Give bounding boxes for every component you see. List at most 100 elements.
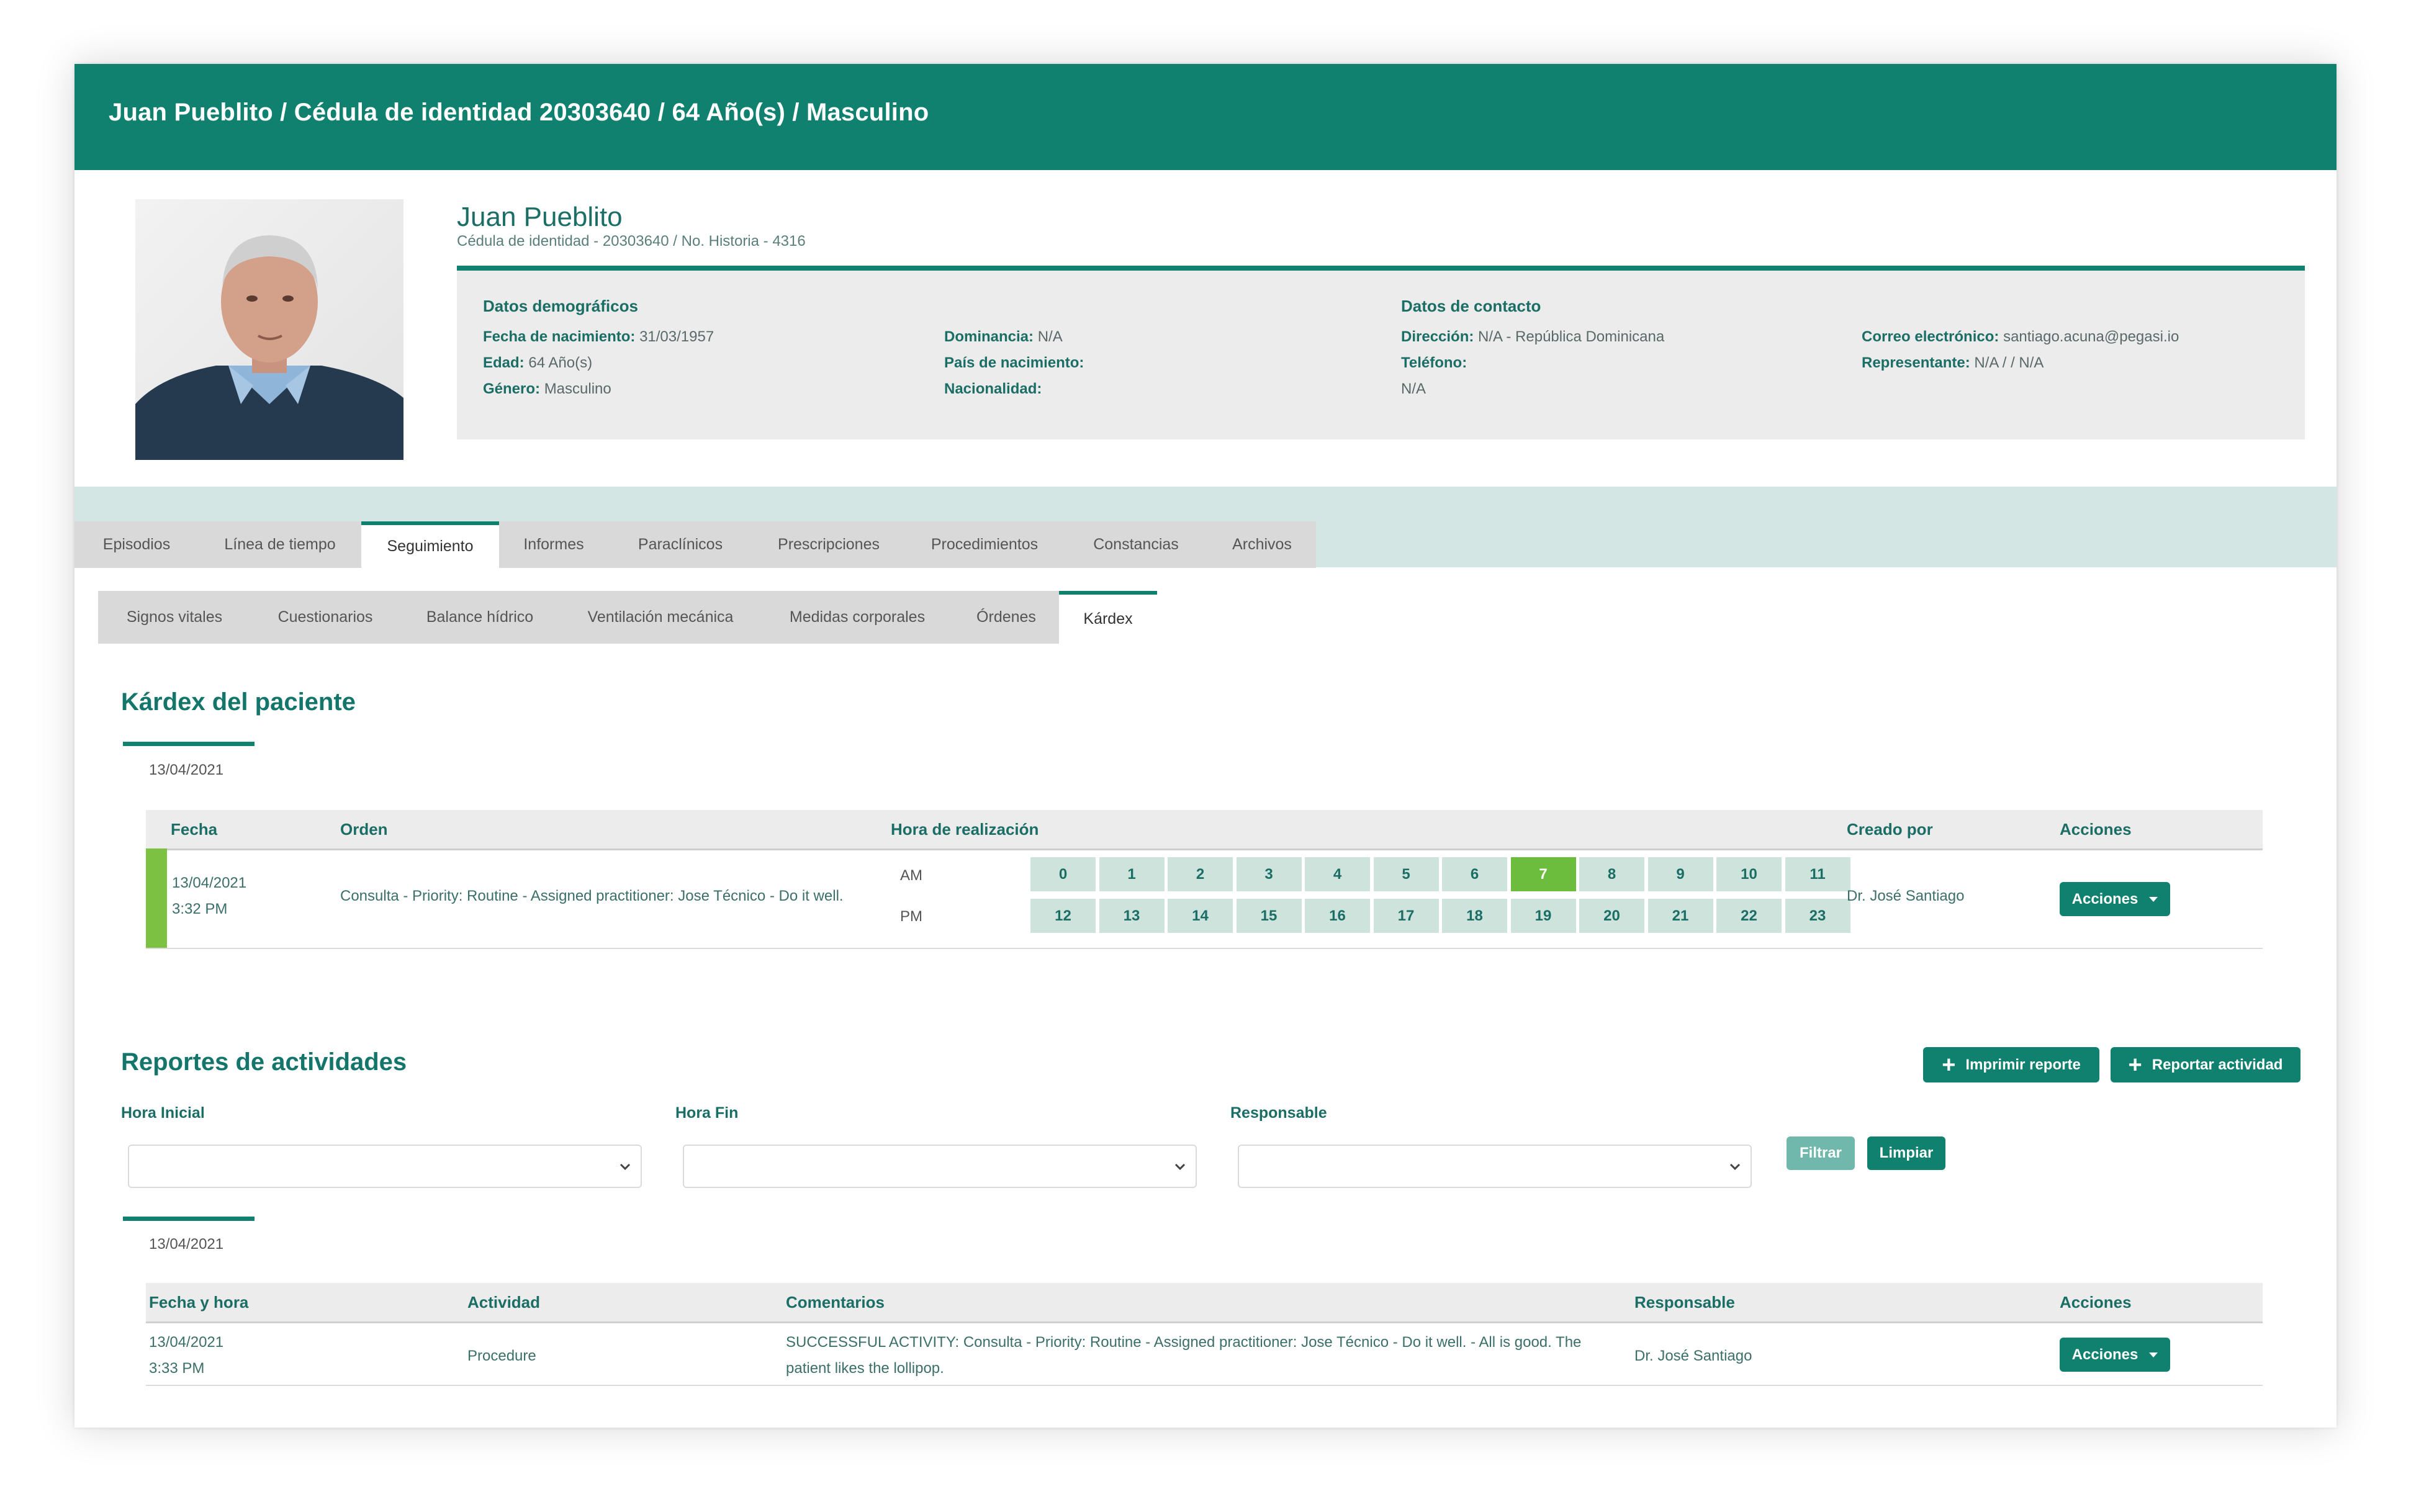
subtab-kardex[interactable]: Kárdex xyxy=(1059,591,1157,644)
dominance-field: Dominancia: N/A xyxy=(944,324,1063,350)
representative-value: N/A / / N/A xyxy=(1974,354,2044,371)
hour-cell-5[interactable]: 5 xyxy=(1373,857,1439,891)
hour-cell-2[interactable]: 2 xyxy=(1168,857,1233,891)
plus-icon: + xyxy=(1942,1051,1956,1078)
hour-cell-15[interactable]: 15 xyxy=(1236,899,1302,933)
hour-cell-18[interactable]: 18 xyxy=(1442,899,1507,933)
birth-date-field: Fecha de nacimiento: 31/03/1957 xyxy=(483,324,714,350)
report-activity-button[interactable]: + Reportar actividad xyxy=(2111,1047,2301,1082)
hour-cell-13[interactable]: 13 xyxy=(1099,899,1165,933)
email-value[interactable]: santiago.acuna@pegasi.io xyxy=(2003,328,2179,345)
gender-label: Género: xyxy=(483,380,541,397)
tab-archivos[interactable]: Archivos xyxy=(1208,521,1316,568)
reports-actions-label: Acciones xyxy=(2071,1346,2138,1363)
tab-constancias[interactable]: Constancias xyxy=(1064,521,1208,568)
address-label: Dirección: xyxy=(1401,328,1474,345)
birth-country-field: País de nacimiento: xyxy=(944,350,1084,376)
hour-cell-11[interactable]: 11 xyxy=(1785,857,1850,891)
reports-date: 13/04/2021 xyxy=(149,1236,224,1253)
reports-title: Reportes de actividades xyxy=(121,1048,407,1076)
hour-cell-14[interactable]: 14 xyxy=(1168,899,1233,933)
end-hour-label: Hora Fin xyxy=(675,1104,739,1122)
subtab-signos-vitales[interactable]: Signos vitales xyxy=(98,591,251,644)
patient-header-bar: Juan Pueblito / Cédula de identidad 2030… xyxy=(74,64,2337,170)
phone-value: N/A xyxy=(1401,380,1426,397)
hour-cell-4[interactable]: 4 xyxy=(1305,857,1370,891)
kardex-row: 13/04/2021 3:32 PM Consulta - Priority: … xyxy=(146,848,2263,949)
age-value: 64 Año(s) xyxy=(528,354,593,371)
reports-col-responsable: Responsable xyxy=(1634,1293,1735,1312)
main-tabs: Episodios Línea de tiempo Seguimiento In… xyxy=(74,521,1316,568)
dominance-label: Dominancia: xyxy=(944,328,1034,345)
phone-field: Teléfono: xyxy=(1401,350,1467,376)
print-report-button[interactable]: + Imprimir reporte xyxy=(1923,1047,2099,1082)
filter-button[interactable]: Filtrar xyxy=(1787,1136,1855,1170)
reports-row: 13/04/2021 3:33 PM Procedure SUCCESSFUL … xyxy=(146,1329,2263,1386)
subtab-balance-hidrico[interactable]: Balance hídrico xyxy=(400,591,560,644)
kardex-date-divider xyxy=(123,742,255,746)
tab-procedimientos[interactable]: Procedimientos xyxy=(905,521,1064,568)
print-report-label: Imprimir reporte xyxy=(1965,1056,2081,1073)
tab-paraclinicos[interactable]: Paraclínicos xyxy=(608,521,752,568)
patient-name: Juan Pueblito xyxy=(457,202,623,232)
hour-cell-0[interactable]: 0 xyxy=(1030,857,1096,891)
end-hour-select[interactable] xyxy=(683,1145,1197,1188)
hour-cell-8[interactable]: 8 xyxy=(1579,857,1644,891)
pm-label: PM xyxy=(900,908,922,925)
start-hour-label: Hora Inicial xyxy=(121,1104,205,1122)
subtab-cuestionarios[interactable]: Cuestionarios xyxy=(251,591,400,644)
clear-button[interactable]: Limpiar xyxy=(1867,1136,1945,1170)
nationality-label: Nacionalidad: xyxy=(944,380,1042,397)
hour-cell-20[interactable]: 20 xyxy=(1579,899,1644,933)
kardex-col-orden: Orden xyxy=(340,820,388,839)
chevron-down-icon xyxy=(1174,1163,1186,1171)
tab-informes[interactable]: Informes xyxy=(499,521,608,568)
reports-row-comment-line1: SUCCESSFUL ACTIVITY: Consulta - Priority… xyxy=(786,1334,1582,1351)
kardex-title: Kárdex del paciente xyxy=(121,688,356,716)
tab-episodios[interactable]: Episodios xyxy=(74,521,199,568)
kardex-col-fecha: Fecha xyxy=(171,820,218,839)
birth-country-label: País de nacimiento: xyxy=(944,354,1084,371)
kardex-status-stripe xyxy=(146,848,167,948)
hour-cell-17[interactable]: 17 xyxy=(1373,899,1439,933)
kardex-row-created-by: Dr. José Santiago xyxy=(1847,888,1965,904)
hour-cell-1[interactable]: 1 xyxy=(1099,857,1165,891)
caret-down-icon xyxy=(2149,896,2158,902)
hour-cell-9[interactable]: 9 xyxy=(1647,857,1713,891)
caret-down-icon xyxy=(2149,1352,2158,1357)
kardex-col-creado: Creado por xyxy=(1847,820,1933,839)
plus-icon: + xyxy=(2128,1051,2142,1078)
hour-cell-16[interactable]: 16 xyxy=(1305,899,1370,933)
hour-cell-12[interactable]: 12 xyxy=(1030,899,1096,933)
subtab-ventilacion-mecanica[interactable]: Ventilación mecánica xyxy=(560,591,761,644)
kardex-actions-dropdown[interactable]: Acciones xyxy=(2060,882,2170,916)
hour-cell-23[interactable]: 23 xyxy=(1785,899,1850,933)
reports-actions-dropdown[interactable]: Acciones xyxy=(2060,1338,2170,1372)
hour-cell-7[interactable]: 7 xyxy=(1510,857,1576,891)
subtab-medidas-corporales[interactable]: Medidas corporales xyxy=(761,591,953,644)
kardex-row-time: 3:32 PM xyxy=(172,901,228,917)
reports-date-divider xyxy=(123,1217,255,1221)
responsible-select[interactable] xyxy=(1238,1145,1752,1188)
birth-date-label: Fecha de nacimiento: xyxy=(483,328,636,345)
hour-cell-10[interactable]: 10 xyxy=(1716,857,1782,891)
tab-prescripciones[interactable]: Prescripciones xyxy=(752,521,905,568)
hour-cell-21[interactable]: 21 xyxy=(1647,899,1713,933)
hour-cell-22[interactable]: 22 xyxy=(1716,899,1782,933)
subtab-ordenes[interactable]: Órdenes xyxy=(953,591,1059,644)
patient-header-title: Juan Pueblito / Cédula de identidad 2030… xyxy=(109,99,929,126)
app-window: Juan Pueblito / Cédula de identidad 2030… xyxy=(74,64,2337,1428)
gender-field: Género: Masculino xyxy=(483,376,611,402)
reports-row-activity: Procedure xyxy=(467,1348,536,1364)
chevron-down-icon xyxy=(1729,1163,1741,1171)
age-field: Edad: 64 Año(s) xyxy=(483,350,592,376)
demographics-title: Datos demográficos xyxy=(483,297,638,315)
hour-cell-6[interactable]: 6 xyxy=(1442,857,1507,891)
address-value: N/A - República Dominicana xyxy=(1478,328,1665,345)
tab-linea-de-tiempo[interactable]: Línea de tiempo xyxy=(199,521,361,568)
nationality-field: Nacionalidad: xyxy=(944,376,1042,402)
hour-cell-19[interactable]: 19 xyxy=(1510,899,1576,933)
tab-seguimiento[interactable]: Seguimiento xyxy=(361,521,499,568)
start-hour-select[interactable] xyxy=(128,1145,642,1188)
hour-cell-3[interactable]: 3 xyxy=(1236,857,1302,891)
